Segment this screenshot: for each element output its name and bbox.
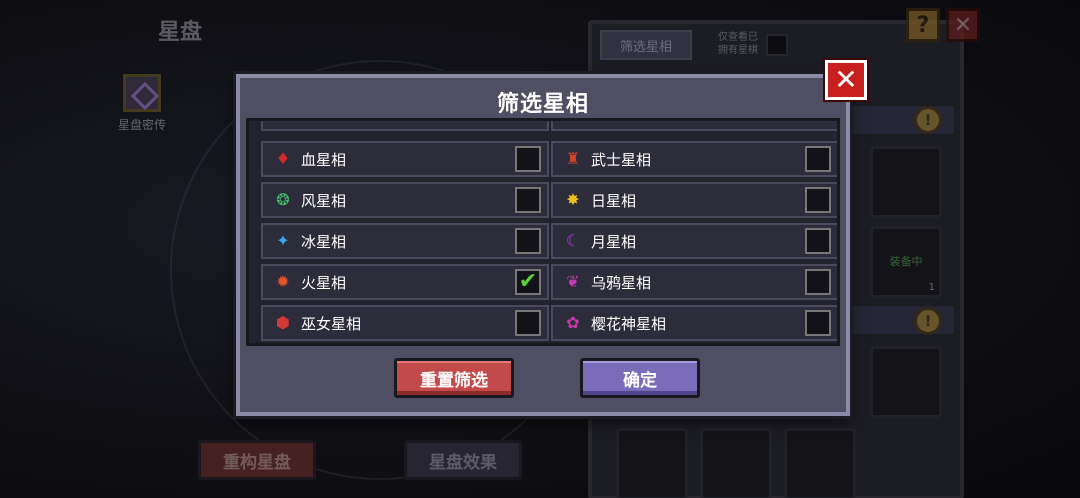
aspect-option-label: 风星相 xyxy=(301,191,347,210)
sakura-icon: ✿ xyxy=(566,313,580,332)
aspect-option[interactable]: ☾ 月星相 xyxy=(551,223,837,259)
dialog-title: 筛选星相 xyxy=(496,92,589,117)
aspect-option[interactable]: ❦ 乌鸦星相 xyxy=(551,264,837,300)
aspect-option-checkbox[interactable] xyxy=(805,228,831,254)
aspect-option[interactable]: ⬢ 巫女星相 xyxy=(261,305,549,341)
aspect-option-label: 血星相 xyxy=(301,150,347,169)
aspect-option-checkbox[interactable] xyxy=(805,187,831,213)
aspect-option[interactable]: ❂ 风星相 xyxy=(261,182,549,218)
aspect-option[interactable]: ✿ 樱花神星相 xyxy=(551,305,837,341)
aspect-option-checkbox[interactable] xyxy=(515,310,541,336)
fire-icon: ✹ xyxy=(276,272,290,291)
aspect-option-checkbox[interactable] xyxy=(515,228,541,254)
aspect-option-list[interactable]: ♦ 血星相 ❂ 风星相 ✦ 冰星相 ✹ 火星相 ✔ ⬢ 巫女星相 ♜ 武士星相 ✸ 日星相 ☾ 月星相 ❦ 乌鸦星… xyxy=(246,118,840,346)
aspect-option-label: 月星相 xyxy=(591,232,637,251)
close-dialog-button[interactable]: ✕ xyxy=(825,60,867,100)
aspect-option[interactable]: ✦ 冰星相 xyxy=(261,223,549,259)
aspect-option[interactable]: ♜ 武士星相 xyxy=(551,141,837,177)
aspect-option-label: 冰星相 xyxy=(301,232,347,251)
blood-drop-icon: ♦ xyxy=(275,149,291,168)
aspect-option-label: 武士星相 xyxy=(591,150,652,169)
confirm-button[interactable]: 确定 xyxy=(580,358,700,398)
ice-crystal-icon: ✦ xyxy=(276,231,290,250)
aspect-option-label: 乌鸦星相 xyxy=(591,273,652,292)
reset-filter-button[interactable]: 重置筛选 xyxy=(394,358,514,398)
witch-hat-icon: ⬢ xyxy=(276,313,290,332)
aspect-option-checkbox[interactable] xyxy=(805,310,831,336)
aspect-option-checkbox[interactable] xyxy=(805,146,831,172)
aspect-option-checkbox[interactable] xyxy=(805,269,831,295)
aspect-option-checkbox[interactable] xyxy=(515,146,541,172)
aspect-option-label: 樱花神星相 xyxy=(591,314,667,333)
moon-icon: ☾ xyxy=(565,231,581,250)
aspect-option-label: 日星相 xyxy=(591,191,637,210)
aspect-option-label: 火星相 xyxy=(301,273,347,292)
wind-swirl-icon: ❂ xyxy=(276,190,290,209)
list-item-partial xyxy=(551,121,837,131)
list-item-partial xyxy=(261,121,549,131)
crow-icon: ❦ xyxy=(566,272,580,291)
aspect-option[interactable]: ♦ 血星相 xyxy=(261,141,549,177)
sun-icon: ✸ xyxy=(566,190,580,209)
aspect-option-checkbox[interactable]: ✔ xyxy=(515,269,541,295)
aspect-option[interactable]: ✸ 日星相 xyxy=(551,182,837,218)
aspect-option[interactable]: ✹ 火星相 ✔ xyxy=(261,264,549,300)
samurai-helmet-icon: ♜ xyxy=(565,149,581,168)
aspect-option-checkbox[interactable] xyxy=(515,187,541,213)
aspect-option-label: 巫女星相 xyxy=(301,314,362,333)
